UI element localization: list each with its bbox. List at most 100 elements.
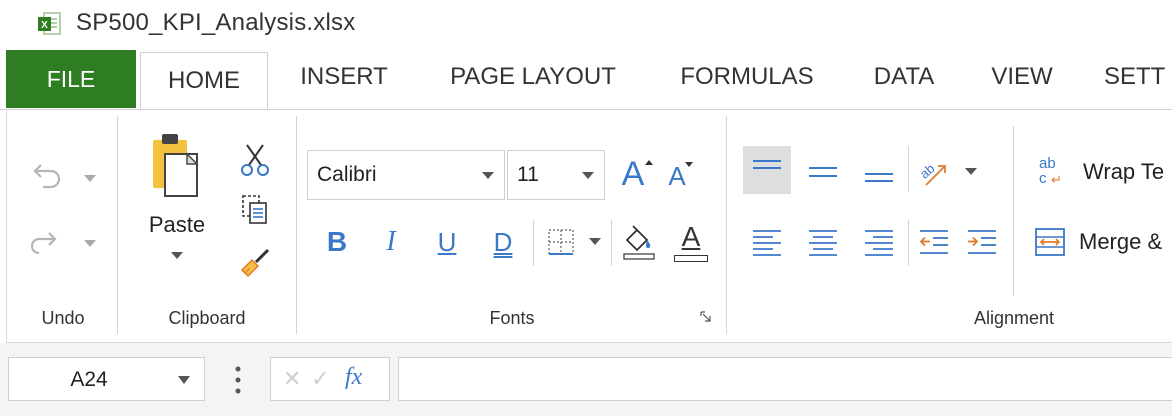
document-title: SP500_KPI_Analysis.xlsx [76,9,356,36]
toolbar-divider [908,146,909,192]
group-label-alignment: Alignment [973,308,1055,328]
redo-dropdown-arrow[interactable] [84,240,96,247]
insert-function-icon[interactable]: fx [345,364,362,391]
undo-dropdown-arrow[interactable] [84,175,96,182]
tab-home[interactable]: HOME [140,52,268,109]
tab-view[interactable]: VIEW [986,46,1058,108]
font-name-combo[interactable]: Calibri [307,150,505,200]
copy-icon [242,195,267,224]
group-divider [296,116,297,334]
underline-button[interactable]: U [429,222,465,262]
name-box-value: A24 [70,368,108,391]
align-top-icon [753,160,781,169]
redo-icon [30,232,57,255]
borders-button[interactable] [541,224,581,260]
orientation-button[interactable]: ab [915,152,951,192]
align-middle-button[interactable] [803,152,843,192]
group-label-clipboard: Clipboard [168,308,246,328]
fonts-dialog-launcher[interactable] [699,310,713,324]
wrap-text-arrow-glyph: ↵ [1051,172,1062,187]
align-left-button[interactable] [747,222,787,262]
merge-cells-icon [1035,228,1065,256]
format-painter-icon [240,248,270,278]
align-right-icon [865,230,893,256]
align-top-button[interactable] [743,146,791,194]
excel-file-icon: X [38,12,61,35]
grow-font-button[interactable]: A [613,154,653,194]
formula-input[interactable] [398,357,1172,401]
grow-font-caret [645,160,653,165]
font-color-icon: A [681,220,701,252]
svg-text:ab: ab [917,161,938,182]
wrap-text-label: Wrap Te [1083,159,1165,184]
tab-file[interactable]: FILE [6,50,136,108]
group-divider [726,116,727,334]
group-label-undo: Undo [41,308,85,328]
title-bar: X SP500_KPI_Analysis.xlsx [0,0,1172,46]
tab-formulas[interactable]: FORMULAS [672,46,822,108]
paste-label: Paste [148,212,206,237]
confirm-entry-icon[interactable]: ✓ [311,366,329,392]
tab-data[interactable]: DATA [868,46,940,108]
tab-insert[interactable]: INSERT [294,46,394,108]
svg-text:X: X [41,20,48,31]
wrap-text-button[interactable]: ab c ↵ Wrap Te [1033,150,1172,194]
group-divider [1013,126,1014,296]
font-color-button[interactable]: A [671,220,711,264]
font-size-combo[interactable]: 11 [507,150,605,200]
undo-button[interactable] [25,160,65,196]
name-box-dropdown-arrow[interactable] [178,376,190,384]
align-middle-icon [809,167,837,177]
formula-actions: ✕ ✓ fx [270,357,390,401]
double-underline-button[interactable]: D [485,222,521,262]
merge-center-label: Merge & [1079,229,1163,254]
grow-font-icon: A [621,154,645,193]
shrink-font-icon: A [668,160,686,191]
format-painter-button[interactable] [237,244,273,280]
font-name-value: Calibri [317,163,377,186]
paste-button[interactable]: Paste [139,130,215,290]
name-box[interactable]: A24 [8,357,205,401]
ribbon-home: Undo Paste Clipboard Calibri 11 A A B I … [6,110,1172,343]
wrap-text-icon: ab c ↵ [1033,155,1067,189]
orientation-icon: ab [917,161,946,186]
toolbar-divider [533,220,534,266]
ribbon-tab-strip: FILE HOME INSERT PAGE LAYOUT FORMULAS DA… [0,46,1172,110]
dialog-launcher-icon [700,311,711,322]
tab-settings[interactable]: SETT [1104,46,1172,108]
decrease-indent-icon [919,230,948,254]
align-bottom-button[interactable] [859,152,899,192]
italic-button[interactable]: I [373,222,409,262]
paste-dropdown-arrow[interactable] [171,252,183,259]
align-bottom-icon [865,173,893,182]
bold-button[interactable]: B [319,222,355,262]
redo-button[interactable] [25,224,65,260]
merge-center-button[interactable]: Merge & [1033,220,1172,264]
font-size-value: 11 [517,163,539,186]
font-size-dropdown-arrow[interactable] [582,172,594,179]
align-right-button[interactable] [859,222,899,262]
shrink-font-button[interactable]: A [659,158,695,194]
borders-dropdown-arrow[interactable] [589,238,601,245]
shrink-font-caret [685,162,693,167]
font-color-swatch [674,254,708,262]
wrap-text-icon-c: c [1039,170,1047,187]
toolbar-divider [611,220,612,266]
orientation-dropdown-arrow[interactable] [965,168,977,175]
cut-button[interactable] [237,142,273,178]
font-name-dropdown-arrow[interactable] [482,172,494,179]
cancel-entry-icon[interactable]: ✕ [283,366,301,392]
more-options-icon[interactable] [232,365,244,395]
fill-color-button[interactable] [619,220,659,264]
decrease-indent-button[interactable] [915,222,953,262]
fill-color-icon [623,225,655,260]
copy-button[interactable] [237,192,273,228]
increase-indent-button[interactable] [963,222,1001,262]
group-label-fonts: Fonts [489,308,535,328]
paste-icon [153,134,199,197]
align-left-icon [753,230,781,256]
group-divider [117,116,118,334]
align-center-button[interactable] [803,222,843,262]
increase-indent-icon [968,230,996,254]
tab-page-layout[interactable]: PAGE LAYOUT [440,46,626,108]
